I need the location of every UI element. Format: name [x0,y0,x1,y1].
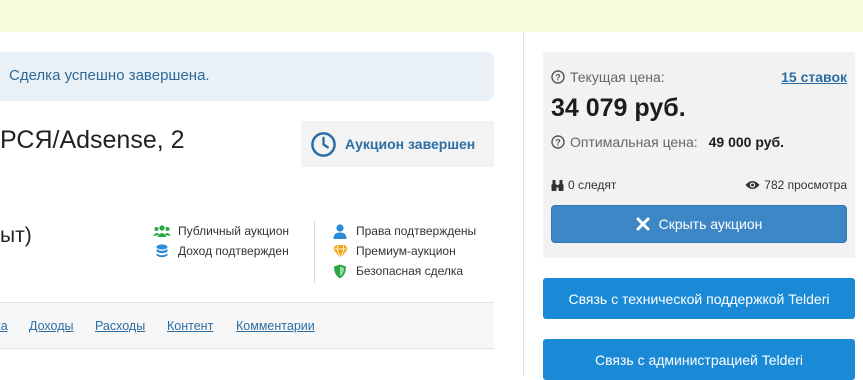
feature-label: Права подтверждены [356,224,477,238]
feature-public-auction: Публичный аукцион [153,221,289,241]
tab-expenses[interactable]: Расходы [95,319,145,333]
feature-premium-auction: Премиум-аукцион [331,241,476,261]
auction-status-badge: Аукцион завершен [301,121,494,167]
features-left: Публичный аукцион Доход подтвержден [153,221,289,261]
svg-text:?: ? [555,72,561,82]
tab-content[interactable]: Контент [167,319,213,333]
current-price-label: ? Текущая цена: [551,69,665,85]
optimal-price: 49 000 руб. [708,134,785,150]
svg-text:?: ? [555,137,561,147]
lot-subtitle: ыт) [0,224,32,247]
column-divider [523,32,524,376]
feature-rights-confirmed: Права подтверждены [331,221,476,241]
views-count: 782 просмотра [745,178,847,192]
close-icon [636,217,650,231]
success-alert: Сделка успешно завершена. [0,52,494,101]
clock-icon [311,131,336,157]
auction-status-label: Аукцион завершен [345,136,476,152]
tab-comments[interactable]: Комментарии [236,319,315,333]
optimal-price-row: ? Оптимальная цена: 49 000 руб. [551,134,784,150]
question-icon[interactable]: ? [551,70,565,84]
lot-tabs: ка Доходы Расходы Контент Комментарии [0,302,494,349]
eye-icon [745,181,760,189]
feature-label: Премиум-аукцион [356,244,456,258]
features-right: Права подтверждены Премиум-аукцион Безоп… [331,221,476,281]
tech-support-button[interactable]: Связь с технической поддержкой Telderi [543,278,855,319]
bids-link[interactable]: 15 ставок [781,69,847,85]
hide-auction-button[interactable]: Скрыть аукцион [551,205,847,243]
shield-icon [331,264,349,279]
feature-income-confirmed: Доход подтвержден [153,241,289,261]
feature-safe-deal: Безопасная сделка [331,261,476,281]
top-banner [0,0,863,32]
feature-label: Публичный аукцион [178,224,290,238]
users-icon [153,225,171,237]
tab-income[interactable]: Доходы [29,319,73,333]
current-price: 34 079 руб. [551,94,686,122]
question-icon[interactable]: ? [551,135,565,149]
lot-title: РСЯ/Adsense, 2 [0,126,185,154]
user-icon [331,223,349,239]
tab-partial[interactable]: ка [0,319,8,333]
feature-label: Безопасная сделка [356,264,464,278]
feature-label: Доход подтвержден [178,244,289,258]
features-divider [314,221,315,283]
hide-auction-label: Скрыть аукцион [658,216,763,232]
optimal-price-label: Оптимальная цена: [570,134,698,150]
binoculars-icon [551,179,564,191]
price-panel: ? Текущая цена: 15 ставок 34 079 руб. ? … [543,52,855,258]
diamond-icon [331,244,349,258]
followers-count: 0 следят [551,178,616,192]
alert-text: Сделка успешно завершена. [9,67,210,84]
admin-contact-button[interactable]: Связь с администрацией Telderi [543,339,855,380]
coins-icon [153,244,171,258]
